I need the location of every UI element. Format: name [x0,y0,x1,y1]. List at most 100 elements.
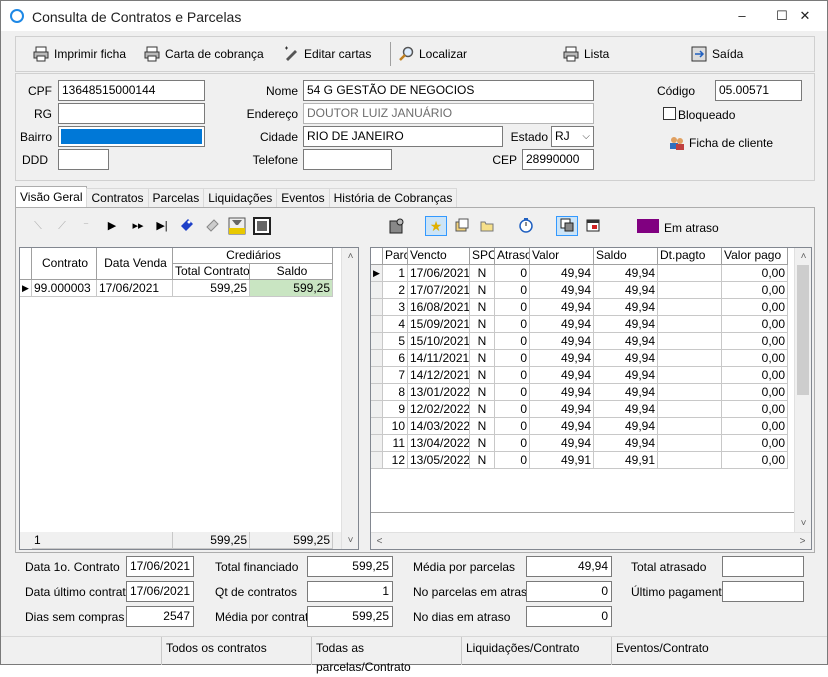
status-all-contracts[interactable]: Todos os contratos [161,637,311,665]
next-page-icon[interactable]: ▸▸ [129,217,147,235]
close-button[interactable]: ✕ [783,1,827,31]
last-payment-field[interactable] [722,581,804,602]
cell-saldo: 49,94 [594,350,658,367]
last-contract-field[interactable]: 17/06/2021 [126,581,194,602]
folder-icon[interactable] [478,217,496,235]
scroll-left-icon[interactable]: ˂ [371,533,388,550]
first-record-icon[interactable]: ⟍ [29,217,47,235]
first-contract-field[interactable]: 17/06/2021 [126,556,194,577]
status-all-installments[interactable]: Todas as parcelas/Contrato [311,637,461,674]
filter-icon[interactable] [228,217,246,235]
installments-grid[interactable]: Parc Vencto SPC Atraso Valor Saldo Dt.pagto Val… [370,247,812,550]
row-indicator [371,316,383,333]
rg-field[interactable] [58,103,205,124]
status-liquidations[interactable]: Liquidações/Contrato [461,637,611,665]
settings-icon[interactable] [388,217,406,235]
nome-field[interactable]: 54 G GESTÃO DE NEGOCIOS [303,80,594,101]
app-icon [10,9,24,23]
find-label: Localizar [419,47,468,61]
find-button[interactable]: Localizar [398,43,467,65]
col-data-venda[interactable]: Data Venda [97,248,173,280]
toolbar-divider [390,42,391,66]
scroll-down-icon[interactable]: ˅ [342,532,359,549]
contracts-footer: 1 599,25 599,25 [20,532,344,549]
cell-vencto: 17/06/2021 [408,265,470,282]
client-card-button[interactable]: Ficha de cliente [669,135,773,151]
tab-historico[interactable]: História de Cobranças [328,188,458,207]
bairro-field[interactable] [58,126,205,147]
bloqueado-checkbox[interactable] [663,107,676,120]
avg-installment-field[interactable]: 49,94 [526,556,612,577]
cell-valor-pago: 0,00 [722,265,788,282]
installments-hscrollbar[interactable]: ˂ ˃ [371,532,811,549]
contracts-grid[interactable]: Contrato Data Venda Crediários Total Con… [19,247,359,550]
col-contrato[interactable]: Contrato [32,248,97,280]
main-window: Consulta de Contratos e Parcelas – ☐ ✕ I… [0,0,828,674]
letter-button[interactable]: Carta de cobrança [144,43,264,65]
tab-contratos[interactable]: Contratos [86,188,149,207]
cpf-field[interactable]: 13648515000144 [58,80,205,101]
last-record-icon[interactable]: ▶| [153,217,171,235]
col-total-contrato[interactable]: Total Contrato [173,264,250,280]
scroll-up-icon[interactable]: ˄ [795,248,812,265]
edit-letters-button[interactable]: Editar cartas [283,43,371,65]
scroll-right-icon[interactable]: ˃ [794,533,811,550]
col-atraso[interactable]: Atraso [495,248,530,265]
calendar-icon[interactable] [584,217,602,235]
installments-vscrollbar[interactable]: ˄ ˅ [794,248,811,532]
cell-spc: N [470,265,495,282]
tab-visao-geral[interactable]: Visão Geral [15,186,88,207]
scroll-up-icon[interactable]: ˄ [342,248,359,265]
cep-field[interactable]: 28990000 [522,149,594,170]
total-financed-field[interactable]: 599,25 [307,556,393,577]
next-record-icon[interactable]: ▶ [103,217,121,235]
ddd-field[interactable] [58,149,109,170]
overdue-days-field[interactable]: 0 [526,606,612,627]
estado-select[interactable]: RJ ⌵ [551,126,594,147]
window-title: Consulta de Contratos e Parcelas [32,9,242,25]
col-saldo[interactable]: Saldo [594,248,658,265]
col-saldo[interactable]: Saldo [250,264,333,280]
cidade-field[interactable]: RIO DE JANEIRO [303,126,503,147]
scroll-down-icon[interactable]: ˅ [795,515,812,532]
telefone-field[interactable] [303,149,392,170]
col-spc[interactable]: SPC [470,248,495,265]
prior-record-icon[interactable]: ⁻ [77,217,95,235]
contracts-vscrollbar[interactable]: ˄ ˅ [341,248,358,549]
list-button[interactable]: Lista [563,43,609,65]
goto-icon[interactable] [203,217,221,235]
endereco-field[interactable]: DOUTOR LUIZ JANUÁRIO [303,103,594,124]
col-valor[interactable]: Valor [530,248,594,265]
cpf-label: CPF [28,84,52,98]
days-no-purchase-field[interactable]: 2547 [126,606,194,627]
tab-parcelas[interactable]: Parcelas [147,188,205,207]
cell-dt-pagto [658,401,722,418]
edit-letters-label: Editar cartas [304,47,372,61]
print-button[interactable]: Imprimir ficha [33,43,126,65]
footer-total: 599,25 [173,532,250,549]
tab-eventos[interactable]: Eventos [276,188,330,207]
col-dt-pagto[interactable]: Dt.pagto [658,248,722,265]
grid-icon[interactable] [253,217,271,235]
codigo-field[interactable]: 05.00571 [715,80,802,101]
scroll-thumb[interactable] [797,265,809,395]
status-events[interactable]: Eventos/Contrato [611,637,827,665]
col-parc[interactable]: Parc [383,248,408,265]
col-vencto[interactable]: Vencto [408,248,470,265]
star-icon[interactable]: ★ [425,216,447,236]
contract-count-field[interactable]: 1 [307,581,393,602]
exit-button[interactable]: Saída [691,43,743,65]
avg-contract-field[interactable]: 599,25 [307,606,393,627]
tab-liquidacoes[interactable]: Liquidações [203,188,278,207]
col-valor-pago[interactable]: Valor pago [722,248,788,265]
total-overdue-field[interactable] [722,556,804,577]
cell-atraso: 0 [495,265,530,282]
prior-page-icon[interactable]: ⟋ [53,217,71,235]
documents-icon[interactable] [453,217,471,235]
timer-icon[interactable] [517,217,535,235]
overdue-installments-field[interactable]: 0 [526,581,612,602]
copy-icon[interactable] [556,216,578,236]
bookmark-icon[interactable] [178,217,196,235]
cell-vencto: 17/07/2021 [408,282,470,299]
current-row-arrow-icon: ▶ [20,280,32,297]
